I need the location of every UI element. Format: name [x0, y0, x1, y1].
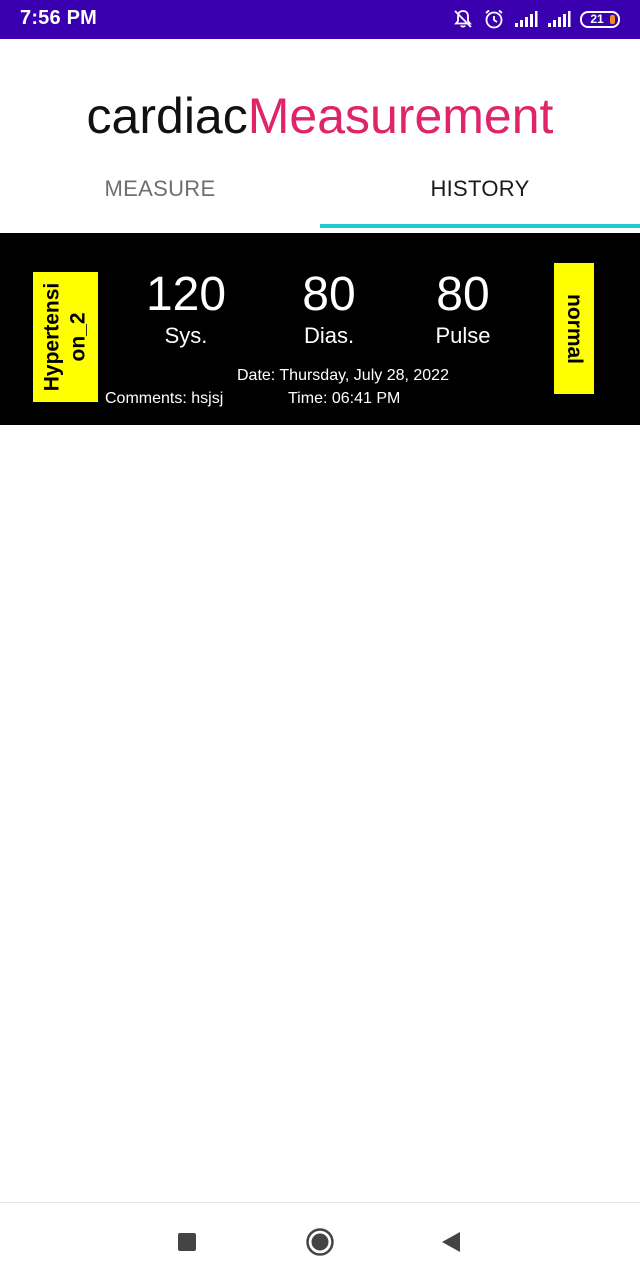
category-label: Hypertensi on_2: [40, 283, 92, 392]
app-title-part2: Measurement: [247, 88, 554, 144]
notifications-off-icon: [452, 8, 474, 30]
status-time: 7:56 PM: [20, 7, 97, 29]
tab-measure[interactable]: MEASURE: [0, 160, 320, 228]
app-title-part1: cardiac: [86, 88, 248, 144]
category-line-2: on_2: [66, 312, 90, 362]
diastolic-label: Dias.: [303, 323, 355, 348]
alarm-icon: [483, 8, 505, 30]
pulse-metric: 80 Pulse: [393, 269, 533, 351]
back-icon: [442, 1232, 460, 1252]
tab-bar: MEASURE HISTORY: [0, 160, 640, 228]
tab-history[interactable]: HISTORY: [320, 160, 640, 228]
status-badge: normal: [554, 263, 594, 394]
systolic-metric: 120 Sys.: [116, 269, 256, 351]
signal-icon: [547, 10, 571, 28]
pulse-label: Pulse: [435, 323, 491, 348]
systolic-value: 120: [145, 268, 227, 321]
systolic-label: Sys.: [164, 323, 208, 348]
status-icons: 21: [452, 6, 620, 32]
category-badge: Hypertensi on_2: [33, 272, 98, 402]
system-nav-bar: [0, 1202, 640, 1280]
diastolic-metric: 80 Dias.: [259, 269, 399, 351]
status-bar: 7:56 PM 21: [0, 0, 640, 39]
diastolic-value: 80: [302, 268, 356, 321]
history-item[interactable]: Hypertensi on_2 120 Sys. 80 Dias. 80 Pul…: [0, 233, 640, 425]
tab-history-label: HISTORY: [430, 176, 530, 201]
date-text: Date: Thursday, July 28, 2022: [237, 367, 449, 384]
signal-icon: [514, 10, 538, 28]
category-line-1: Hypertensi: [40, 282, 64, 392]
tab-measure-label: MEASURE: [104, 176, 216, 201]
time-text: Time: 06:41 PM: [288, 390, 401, 407]
recents-button[interactable]: [172, 1227, 202, 1257]
battery-level: 21: [590, 12, 604, 26]
recents-icon: [178, 1233, 196, 1251]
battery-fill: [610, 14, 615, 24]
battery-icon: 21: [580, 10, 620, 28]
home-button[interactable]: [305, 1227, 335, 1257]
back-button[interactable]: [436, 1227, 466, 1257]
pulse-value: 80: [436, 268, 490, 321]
status-label: normal: [563, 293, 587, 364]
home-icon: [306, 1228, 334, 1256]
comments-text: Comments: hsjsj: [105, 390, 224, 407]
screen: 7:56 PM 21 cardiacMeasurement MEASURE HI…: [0, 0, 640, 1280]
tab-indicator: [320, 224, 640, 228]
app-title: cardiacMeasurement: [0, 84, 640, 148]
